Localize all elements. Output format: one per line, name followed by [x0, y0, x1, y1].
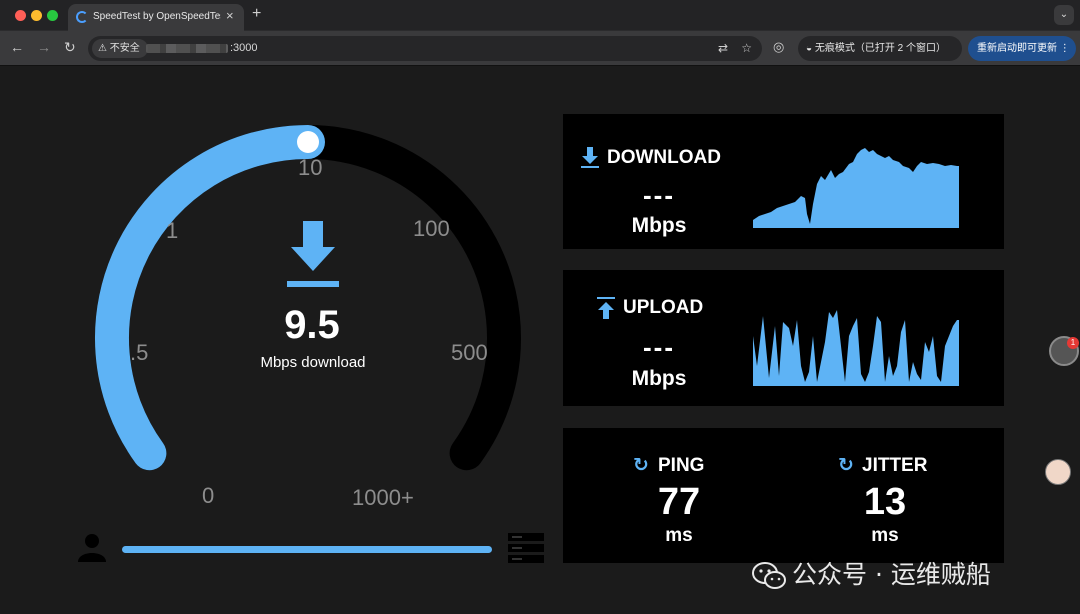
incognito-indicator[interactable]: ◒ 无痕模式（已打开 2 个窗口） [798, 36, 962, 61]
gauge-tick-half: .5 [130, 340, 149, 365]
jitter-refresh-icon: ↻ [838, 455, 854, 476]
back-arrow-icon[interactable]: ← [10, 39, 24, 55]
more-vertical-icon: ⋮ [1059, 43, 1070, 54]
gauge-tick-10: 10 [298, 155, 323, 180]
user-icon [78, 534, 106, 562]
browser-tab-bar: SpeedTest by OpenSpeedTest × + ⌄ [0, 0, 1080, 31]
gauge-tick-0: 0 [202, 483, 215, 508]
download-card: DOWNLOAD --- Mbps [563, 114, 1004, 249]
server-icon [508, 533, 544, 563]
tab-search-menu-button[interactable]: ⌄ [1054, 5, 1074, 25]
current-speed-value: 9.5 [284, 303, 340, 347]
minimize-window-button[interactable] [31, 10, 42, 21]
upload-title: UPLOAD [623, 297, 704, 318]
upload-unit: Mbps [631, 367, 687, 390]
download-value: --- [643, 180, 675, 210]
ping-refresh-icon: ↻ [633, 455, 649, 476]
current-speed-unit: Mbps download [260, 354, 366, 371]
extension-badge: 1 [1067, 337, 1079, 349]
ping-title: PING [658, 455, 705, 476]
gauge-tick-500: 500 [451, 340, 488, 365]
browser-toolbar: ← → ↻ ⚠ 不安全 :3000 ⇄ ☆ ◎ ◒ 无痕模式（已打开 2 个窗口… [0, 31, 1080, 66]
url-port: :3000 [230, 42, 258, 54]
download-title: DOWNLOAD [607, 147, 721, 168]
upload-icon [597, 297, 615, 319]
insecure-label: 不安全 [109, 43, 140, 54]
gauge-tick-1: 1 [166, 218, 179, 243]
extensions-icon[interactable]: ◎ [773, 39, 784, 55]
blurred-host [146, 44, 228, 53]
insecure-chip[interactable]: ⚠ 不安全 [92, 39, 148, 58]
jitter-title: JITTER [862, 455, 928, 476]
browser-tab-speedtest[interactable]: SpeedTest by OpenSpeedTest × [68, 4, 244, 31]
incognito-label: 无痕模式（已打开 2 个窗口） [814, 43, 946, 54]
upload-card: UPLOAD --- Mbps [563, 270, 1004, 406]
warning-triangle-icon: ⚠ [98, 43, 107, 54]
upload-sparkline [753, 310, 959, 386]
download-icon [581, 147, 599, 168]
wechat-watermark: 公众号 · 运维贼船 [752, 555, 991, 591]
tab-close-icon[interactable]: × [226, 8, 234, 23]
maximize-window-button[interactable] [47, 10, 58, 21]
tab-title: SpeedTest by OpenSpeedTest [93, 11, 221, 22]
bookmark-star-icon[interactable]: ☆ [741, 41, 752, 55]
relaunch-to-update-button[interactable]: 重新启动即可更新 ⋮ [968, 36, 1076, 61]
address-bar[interactable]: ⚠ 不安全 :3000 ⇄ ☆ [88, 36, 762, 61]
gauge-fill [95, 125, 325, 471]
translate-icon[interactable]: ⇄ [718, 41, 728, 55]
forward-arrow-icon[interactable]: → [37, 39, 51, 55]
new-tab-button[interactable]: + [252, 5, 261, 23]
gauge-knob [297, 131, 319, 153]
download-unit: Mbps [631, 214, 687, 237]
speedtest-page: 0 .5 1 10 100 500 1000+ 9.5 Mbps downloa… [0, 67, 1080, 614]
avatar[interactable] [1045, 459, 1071, 485]
jitter-value: 13 [863, 481, 907, 523]
ping-value: 77 [657, 481, 701, 523]
latency-card: ↻ PING 77 ms ↻ JITTER 13 ms [563, 428, 1004, 563]
jitter-unit: ms [871, 525, 899, 546]
ping-unit: ms [665, 525, 693, 546]
gauge-tick-100: 100 [413, 216, 450, 241]
upload-value: --- [643, 332, 675, 362]
gauge-tick-1000: 1000+ [352, 485, 414, 510]
test-progress-bar [122, 546, 492, 553]
incognito-icon: ◒ [806, 43, 815, 54]
wechat-icon [752, 562, 786, 589]
speedtest-favicon-icon [76, 11, 88, 23]
relaunch-label: 重新启动即可更新 [977, 43, 1057, 54]
reload-icon[interactable]: ↻ [64, 39, 76, 56]
close-window-button[interactable] [15, 10, 26, 21]
watermark-text: 公众号 · 运维贼船 [792, 560, 991, 589]
download-sparkline [753, 148, 959, 228]
download-arrow-icon [287, 221, 339, 287]
